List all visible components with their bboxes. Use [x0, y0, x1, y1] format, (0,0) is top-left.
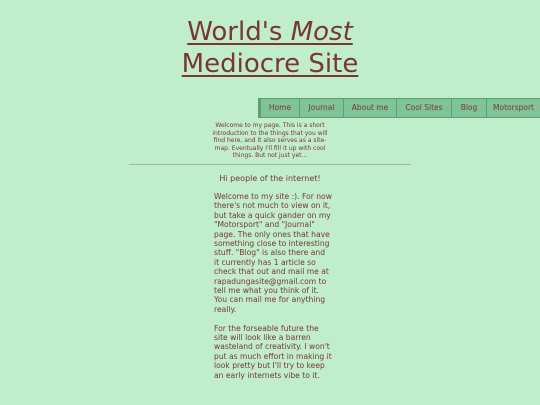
nav-item-journal[interactable]: Journal: [299, 99, 343, 117]
page: World's Most Mediocre Site Home Journal …: [0, 0, 540, 405]
nav-item-blog[interactable]: Blog: [451, 99, 486, 117]
content-paragraph-1: Welcome to my site :). For now there's n…: [214, 192, 332, 314]
divider: [129, 164, 411, 165]
site-title-emphasis: Most: [290, 17, 353, 47]
greeting-heading: Hi people of the internet!: [219, 174, 321, 183]
content-paragraph-2: For the forseable future the site will l…: [214, 323, 332, 380]
intro-text: Welcome to my page. This is a short intr…: [212, 122, 328, 160]
main-content: Welcome to my site :). For now there's n…: [214, 192, 332, 380]
site-title: World's Most Mediocre Site: [150, 16, 390, 80]
nav-item-about-me[interactable]: About me: [343, 99, 396, 117]
nav-item-motorsport[interactable]: Motorsport: [486, 99, 540, 117]
nav-item-home[interactable]: Home: [258, 99, 299, 117]
site-title-part1: World's: [187, 17, 291, 47]
site-title-line-2: Mediocre Site: [181, 49, 359, 79]
nav-item-cool-sites[interactable]: Cool Sites: [396, 99, 451, 117]
site-title-line-1: World's Most: [150, 16, 390, 48]
nav-bar: Home Journal About me Cool Sites Blog Mo…: [258, 98, 540, 118]
